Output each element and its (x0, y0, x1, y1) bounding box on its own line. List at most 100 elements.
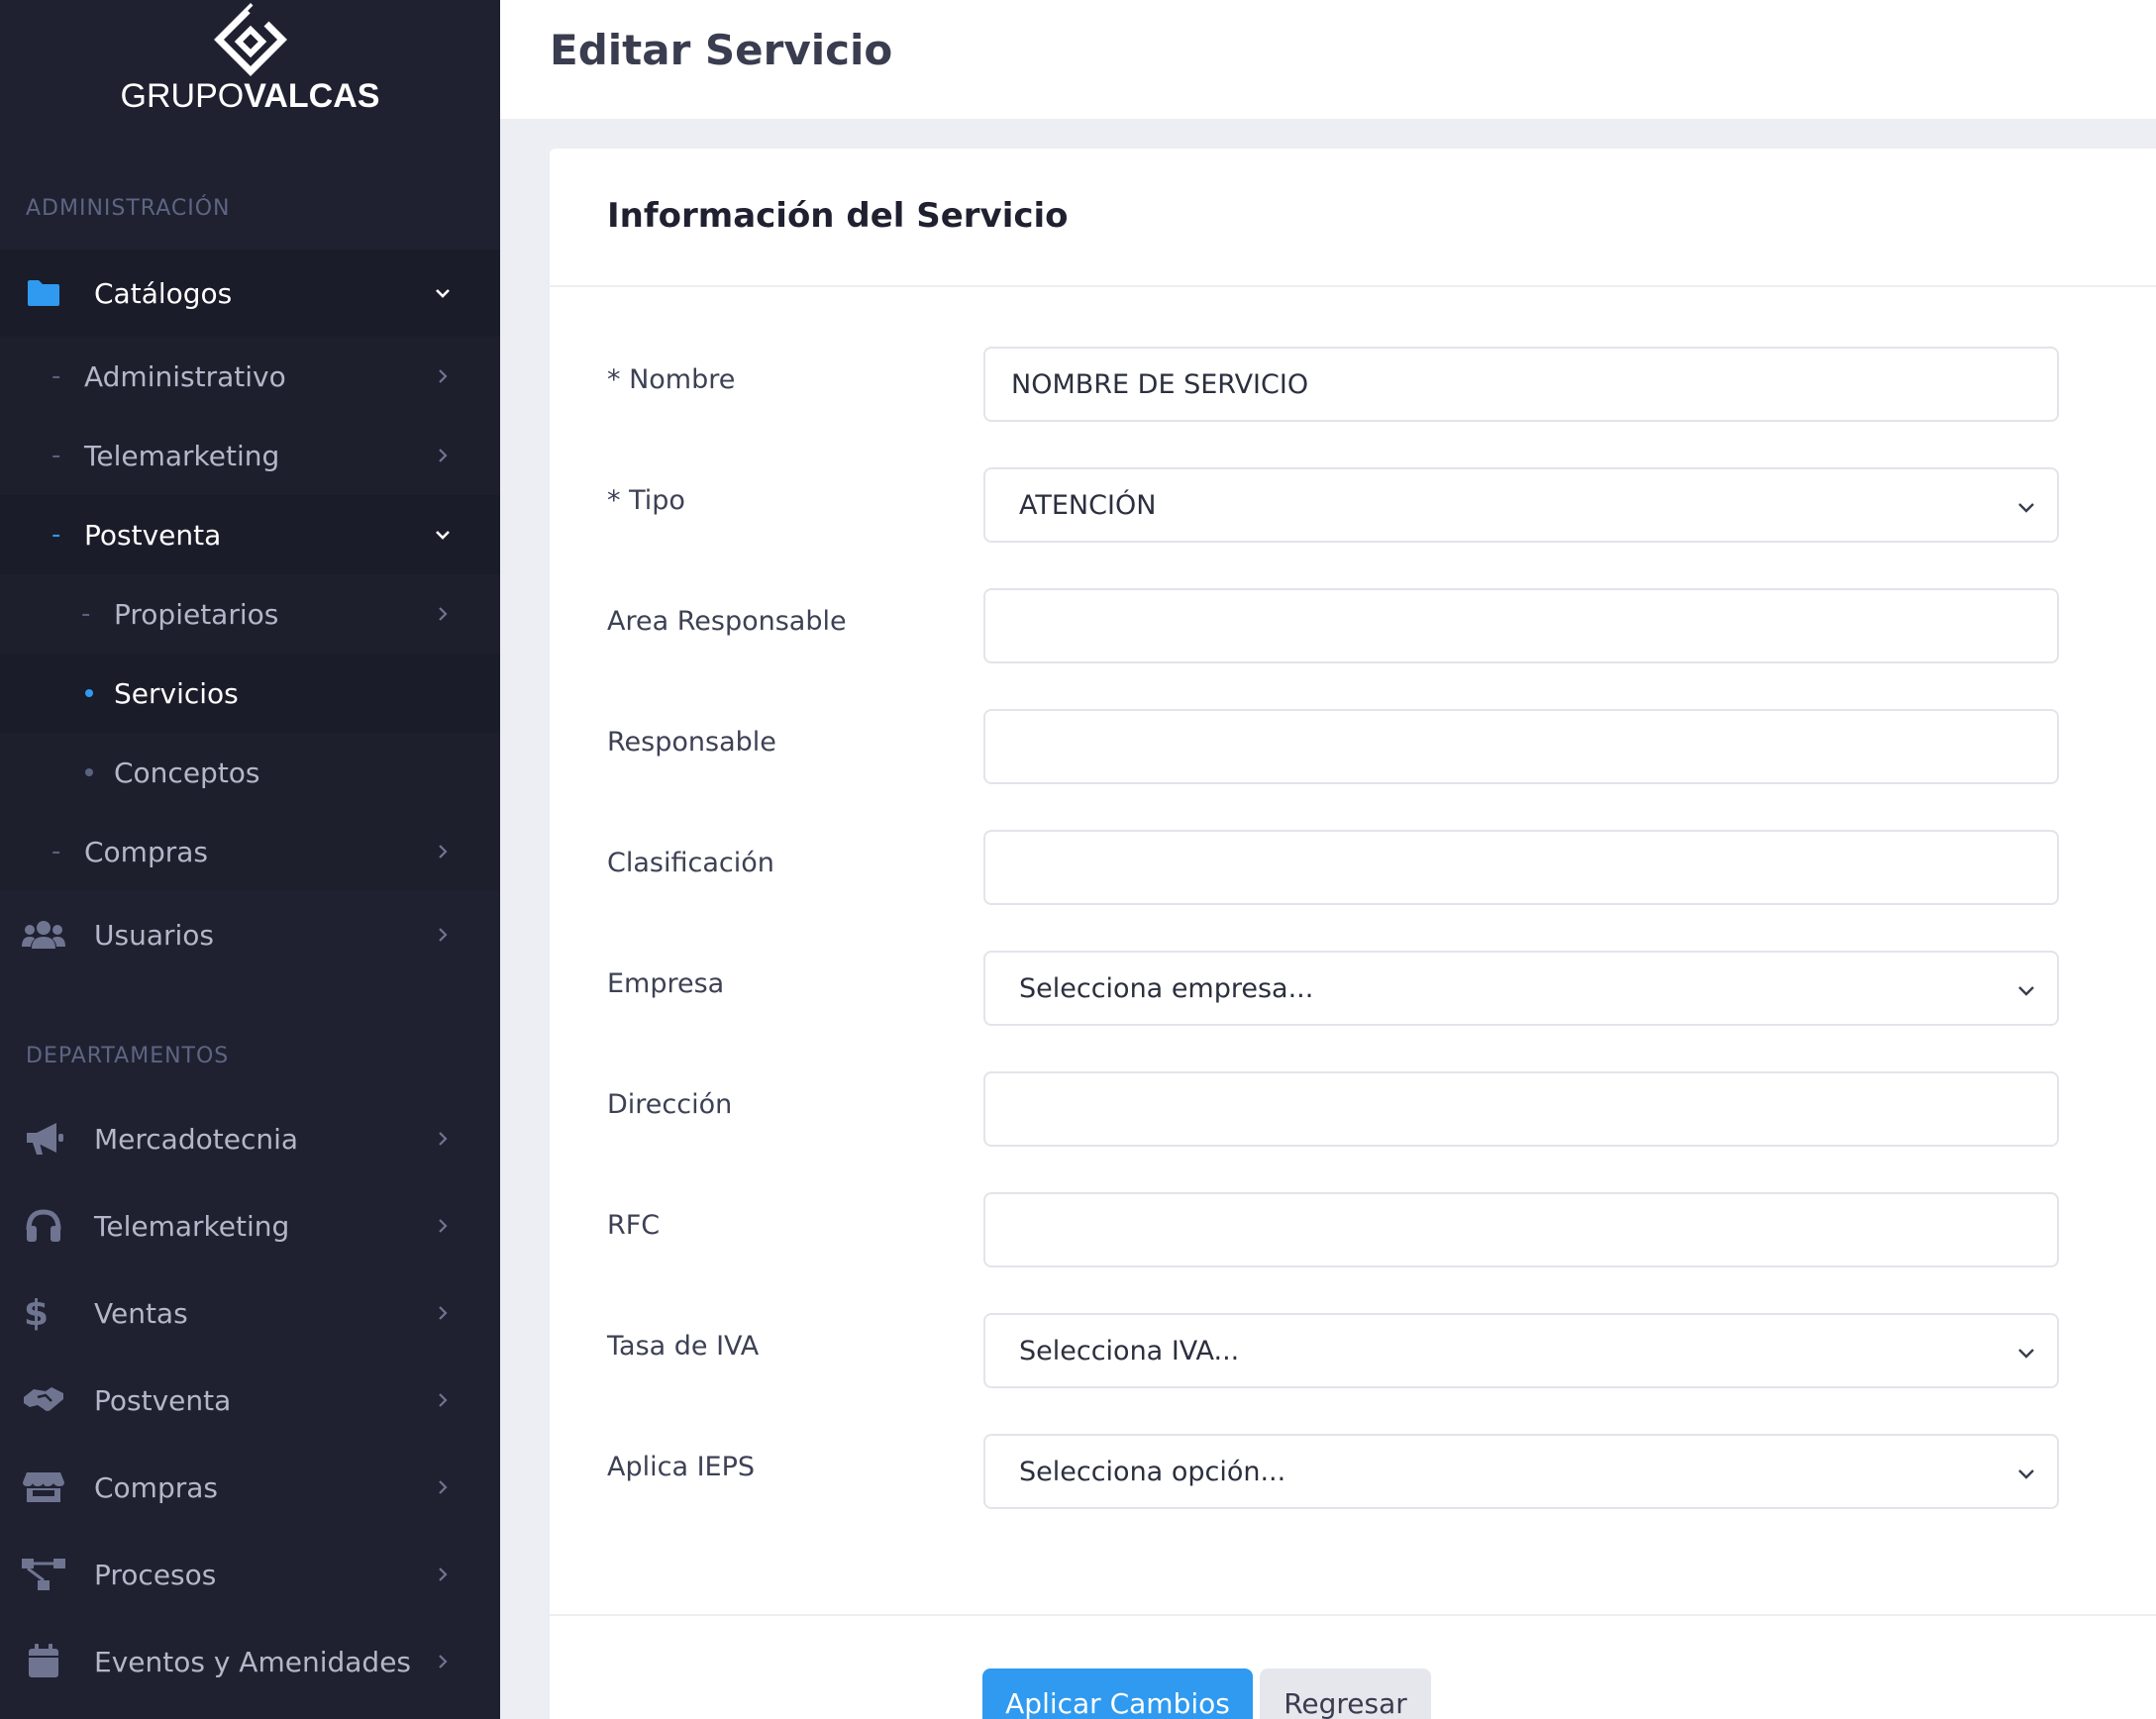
sidebar-item-label: Eventos y Amenidades (94, 1645, 412, 1678)
folder-icon (22, 271, 65, 315)
chevron-right-icon (439, 1219, 448, 1233)
sidebar-item-label: Ventas (94, 1296, 188, 1330)
sidebar-item-telemarketing[interactable]: Telemarketing (0, 1182, 500, 1269)
back-button[interactable]: Regresar (1260, 1668, 1431, 1719)
sidebar-item-label: Compras (84, 835, 208, 868)
sidebar-item-label: Servicios (114, 676, 239, 710)
chevron-right-icon (439, 1655, 448, 1668)
rfc-input[interactable] (983, 1192, 2059, 1267)
chevron-right-icon (439, 1567, 448, 1581)
chevron-right-icon (439, 369, 448, 383)
section-title-administracion: ADMINISTRACIÓN (26, 196, 231, 221)
sidebar-item-label: Administrativo (84, 359, 286, 393)
form-row-direccion: Dirección (607, 1071, 2112, 1149)
sidebar-item-administrativo[interactable]: - Administrativo (0, 337, 500, 416)
brand-name: GRUPOVALCAS (120, 77, 380, 115)
card-footer-divider (550, 1614, 2156, 1616)
chevron-down-icon (2018, 503, 2034, 513)
chevron-right-icon (439, 607, 448, 621)
form-row-rfc: RFC (607, 1192, 2112, 1269)
sidebar: GRUPOVALCAS ADMINISTRACIÓN Catálogos - A… (0, 0, 500, 1719)
sidebar-item-procesos[interactable]: Procesos (0, 1531, 500, 1618)
sidebar-item-postventa-sub[interactable]: - Postventa (0, 495, 500, 574)
nombre-label: * Nombre (607, 364, 736, 395)
form-row-aplica-ieps: Aplica IEPS Selecciona opción... (607, 1434, 2112, 1511)
area-responsable-input[interactable] (983, 588, 2059, 663)
aplica-ieps-label: Aplica IEPS (607, 1452, 756, 1482)
dollar-icon: $ (24, 1292, 50, 1334)
sidebar-item-label: Postventa (94, 1383, 232, 1417)
sidebar-item-propietarios[interactable]: - Propietarios (0, 574, 500, 654)
form-row-responsable: Responsable (607, 709, 2112, 786)
chevron-right-icon (439, 1393, 448, 1407)
sidebar-item-compras-sub[interactable]: - Compras (0, 812, 500, 891)
chevron-right-icon (439, 1480, 448, 1494)
tasa-iva-select[interactable]: Selecciona IVA... (983, 1313, 2059, 1388)
chevron-right-icon (439, 845, 448, 859)
chevron-right-icon (439, 1306, 448, 1320)
logo-mark-icon (213, 3, 287, 76)
dash-bullet: - (51, 441, 61, 470)
chevron-right-icon (439, 928, 448, 942)
form-row-empresa: Empresa Selecciona empresa... (607, 951, 2112, 1028)
dash-bullet: - (81, 599, 91, 629)
aplica-ieps-select-value: Selecciona opción... (1019, 1456, 1286, 1487)
clasificacion-label: Clasificación (607, 848, 774, 878)
responsable-label: Responsable (607, 727, 776, 758)
sidebar-item-ventas[interactable]: $ Ventas (0, 1269, 500, 1357)
empresa-label: Empresa (607, 968, 725, 999)
form-row-nombre: * Nombre NOMBRE DE SERVICIO (607, 347, 2112, 424)
chevron-down-icon (2018, 1349, 2034, 1359)
sidebar-item-eventos[interactable]: Eventos y Amenidades (0, 1618, 500, 1705)
sidebar-item-telemarketing-sub[interactable]: - Telemarketing (0, 416, 500, 495)
tipo-select[interactable]: ATENCIÓN (983, 467, 2059, 543)
section-title-departamentos: DEPARTAMENTOS (26, 1044, 230, 1068)
chevron-right-icon (439, 1132, 448, 1146)
sidebar-item-compras[interactable]: Compras (0, 1444, 500, 1531)
chevron-down-icon (2018, 1469, 2034, 1479)
direccion-input[interactable] (983, 1071, 2059, 1147)
sidebar-item-label: Conceptos (114, 756, 260, 789)
dot-bullet (85, 689, 93, 697)
handshake-icon (22, 1378, 65, 1422)
sidebar-item-servicios[interactable]: Servicios (0, 654, 500, 733)
form-row-area-responsable: Area Responsable (607, 588, 2112, 665)
dash-bullet: - (51, 837, 61, 866)
sidebar-item-label: Telemarketing (94, 1209, 290, 1243)
dash-bullet: - (51, 361, 61, 391)
sidebar-item-catalogos[interactable]: Catálogos (0, 250, 500, 337)
sidebar-item-usuarios[interactable]: Usuarios (0, 891, 500, 978)
clasificacion-input[interactable] (983, 830, 2059, 905)
responsable-input[interactable] (983, 709, 2059, 784)
card-title: Información del Servicio (607, 196, 1069, 236)
sidebar-item-conceptos[interactable]: Conceptos (0, 733, 500, 812)
page-title: Editar Servicio (550, 26, 893, 74)
apply-changes-button[interactable]: Aplicar Cambios (982, 1668, 1253, 1719)
store-icon (22, 1466, 65, 1509)
nombre-input[interactable]: NOMBRE DE SERVICIO (983, 347, 2059, 422)
headset-icon (22, 1204, 65, 1248)
sidebar-item-label: Propietarios (114, 597, 279, 631)
sidebar-item-label: Compras (94, 1470, 218, 1504)
sidebar-item-mercadotecnia[interactable]: Mercadotecnia (0, 1095, 500, 1182)
chevron-down-icon (436, 531, 450, 540)
rfc-label: RFC (607, 1210, 661, 1241)
empresa-select[interactable]: Selecciona empresa... (983, 951, 2059, 1026)
tasa-iva-select-value: Selecciona IVA... (1019, 1335, 1240, 1366)
card-header: Información del Servicio (550, 149, 2156, 287)
sidebar-item-label: Mercadotecnia (94, 1122, 299, 1156)
brand-logo[interactable]: GRUPOVALCAS (0, 0, 500, 139)
sidebar-item-postventa[interactable]: Postventa (0, 1357, 500, 1444)
aplica-ieps-select[interactable]: Selecciona opción... (983, 1434, 2059, 1509)
nombre-input-value: NOMBRE DE SERVICIO (1011, 368, 1309, 400)
sitemap-icon (22, 1553, 65, 1596)
direccion-label: Dirección (607, 1089, 733, 1120)
empresa-select-value: Selecciona empresa... (1019, 972, 1314, 1004)
top-bar: Editar Servicio (500, 0, 2156, 119)
sidebar-item-label: Catálogos (94, 276, 233, 310)
chevron-down-icon (436, 289, 450, 298)
dash-bullet: - (51, 520, 61, 550)
megaphone-icon (22, 1117, 65, 1161)
dot-bullet (85, 768, 93, 776)
sidebar-item-label: Procesos (94, 1558, 217, 1591)
